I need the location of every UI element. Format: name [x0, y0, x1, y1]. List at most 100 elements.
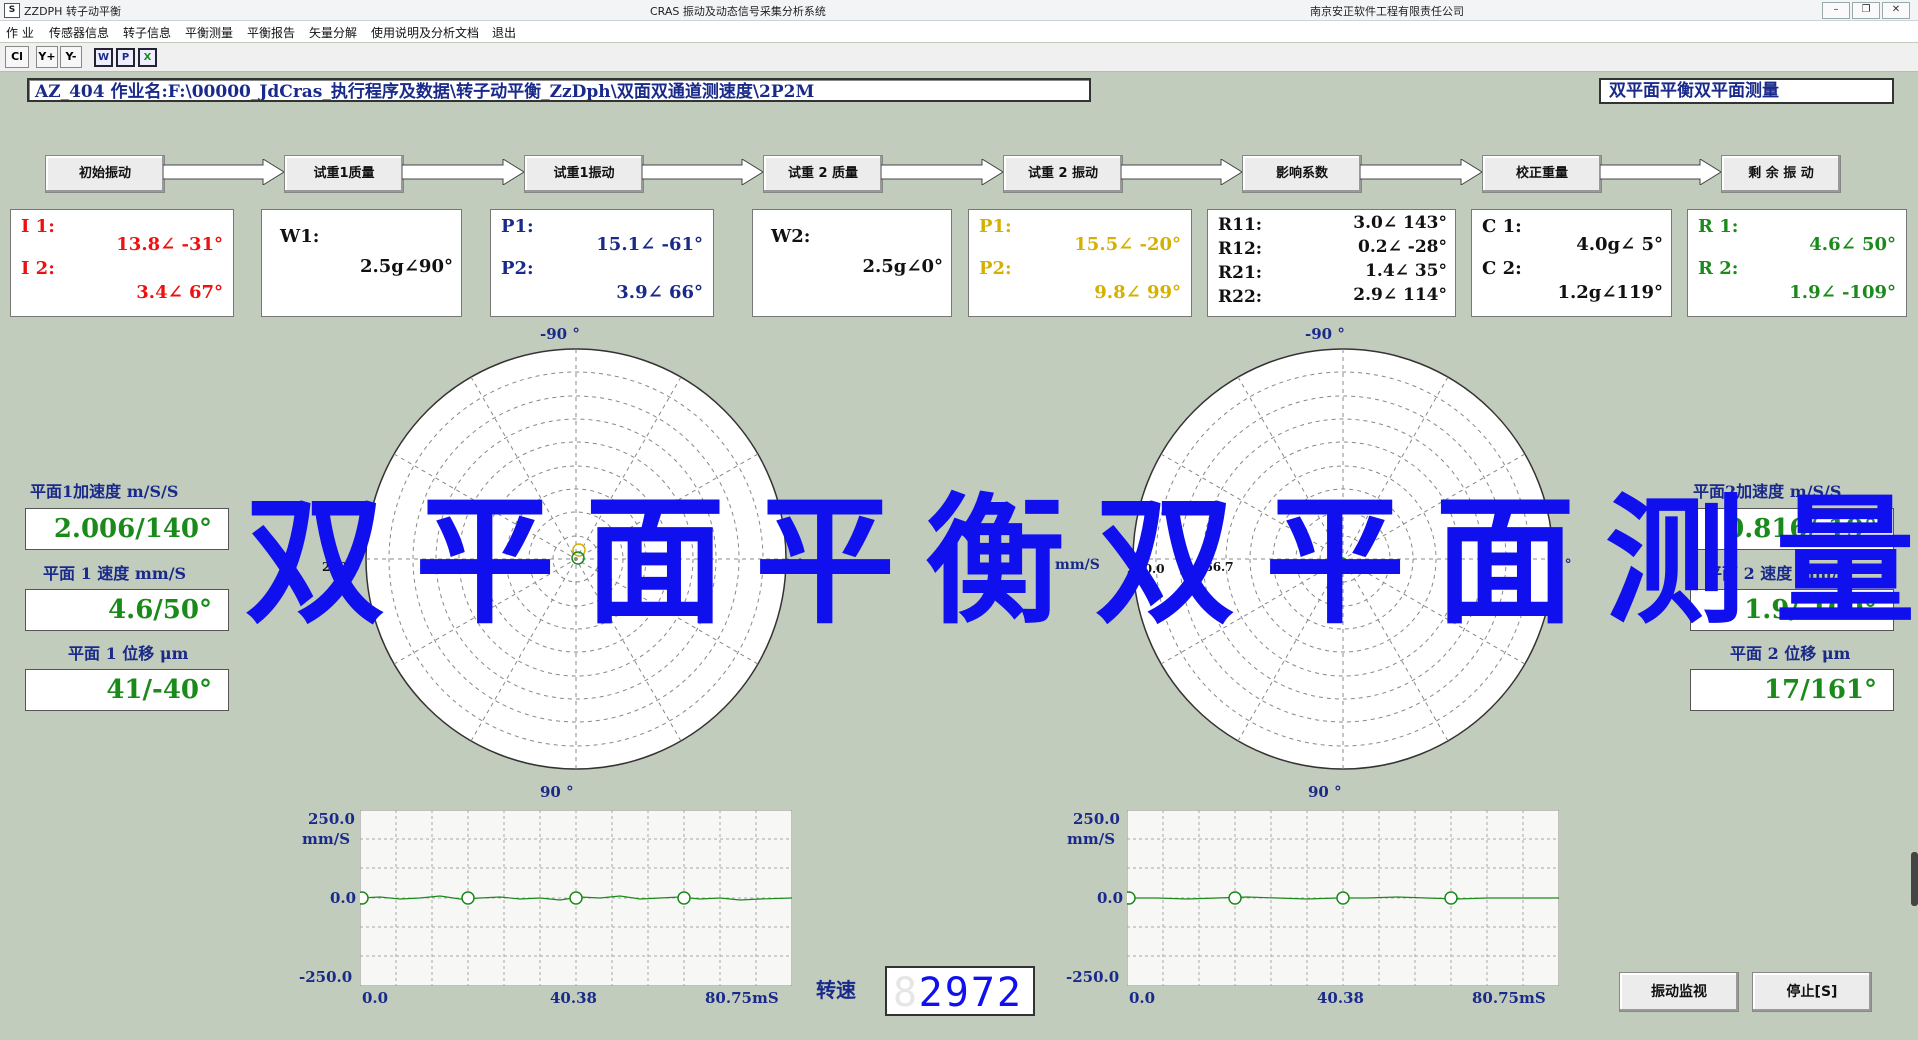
- wave1-x-tick: 80.75mS: [705, 989, 779, 1007]
- card-label: R12:: [1218, 239, 1263, 259]
- polar1-top-label: -90 °: [540, 325, 580, 343]
- polar2-bottom-label: 90 °: [1308, 783, 1342, 801]
- step-residual-vibration[interactable]: 剩 余 振 动: [1721, 155, 1841, 193]
- print-icon[interactable]: P: [116, 48, 135, 67]
- wave1-y-min: -250.0: [299, 968, 353, 986]
- wave1-y-unit: mm/S: [302, 830, 351, 848]
- menu-job[interactable]: 作 业: [6, 24, 34, 41]
- speed-label: 转速: [816, 978, 856, 1002]
- plane1-disp-title: 平面 1 位移 μm: [68, 644, 189, 663]
- plane1-vel-title: 平面 1 速度 mm/S: [43, 564, 187, 583]
- plane2-disp-value: 17/161°: [1690, 669, 1894, 711]
- card-value: 1.4∠ 35°: [1365, 261, 1447, 281]
- card-label: P2:: [501, 258, 534, 279]
- card-label: C 2:: [1482, 258, 1522, 279]
- mode-label: 双平面平衡双平面测量: [1599, 78, 1894, 104]
- card-value: 3.4∠ 67°: [136, 282, 223, 303]
- card-label: W2:: [771, 226, 811, 247]
- step-correction-weight[interactable]: 校正重量: [1482, 155, 1602, 193]
- wave2-y-unit: mm/S: [1067, 830, 1116, 848]
- menu-sensor-info[interactable]: 传感器信息: [49, 24, 109, 41]
- waveform-marker: [677, 891, 691, 905]
- title-bar: S ZZDPH 转子动平衡 CRAS 振动及动态信号采集分析系统 南京安正软件工…: [0, 0, 1918, 21]
- clear-button[interactable]: Cl: [5, 46, 29, 68]
- trial2-mass-card: W2: 2.5g∠0°: [752, 209, 952, 317]
- menu-exit[interactable]: 退出: [492, 24, 516, 41]
- menu-balance-measure[interactable]: 平衡测量: [185, 24, 233, 41]
- system-title: CRAS 振动及动态信号采集分析系统: [650, 5, 826, 18]
- step-initial-vibration[interactable]: 初始振动: [45, 155, 165, 193]
- flow-arrow-icon: [1121, 159, 1242, 185]
- polar1-bottom-label: 90 °: [540, 783, 574, 801]
- y-zoom-in-button[interactable]: Y+: [36, 46, 58, 68]
- card-value: 3.9∠ 66°: [616, 282, 703, 303]
- card-label: W1:: [280, 226, 320, 247]
- initial-vibration-card: I 1: 13.8∠ -31° I 2: 3.4∠ 67°: [10, 209, 234, 317]
- wave2-x-tick: 80.75mS: [1472, 989, 1546, 1007]
- menu-rotor-info[interactable]: 转子信息: [123, 24, 171, 41]
- waveform-marker: [1336, 891, 1350, 905]
- minimize-icon[interactable]: –: [1822, 2, 1850, 19]
- stop-button[interactable]: 停止[S]: [1752, 972, 1872, 1012]
- polar2-top-label: -90 °: [1305, 325, 1345, 343]
- wave2-y-max: 250.0: [1073, 810, 1120, 828]
- wave1-x-tick: 0.0: [362, 989, 389, 1007]
- plane1-disp-value: 41/-40°: [25, 669, 229, 711]
- toolbar: Cl Y+ Y- W P X: [0, 43, 1918, 72]
- waveform-plane1: [360, 810, 792, 986]
- wave1-x-tick: 40.38: [550, 989, 597, 1007]
- card-label: I 2:: [21, 258, 55, 279]
- vibration-monitor-button[interactable]: 振动监视: [1619, 972, 1739, 1012]
- card-value: 2.5g∠90°: [359, 256, 453, 277]
- scrollbar-thumb[interactable]: [1911, 852, 1918, 906]
- step-influence-coefficient[interactable]: 影响系数: [1242, 155, 1362, 193]
- flow-arrow-icon: [642, 159, 763, 185]
- correction-weight-card: C 1: 4.0g∠ 5° C 2: 1.2g∠119°: [1471, 209, 1672, 317]
- card-label: R 1:: [1698, 216, 1739, 237]
- flow-arrow-icon: [163, 159, 284, 185]
- menu-vector-decompose[interactable]: 矢量分解: [309, 24, 357, 41]
- card-label: P2:: [979, 258, 1012, 279]
- wave2-x-tick: 40.38: [1317, 989, 1364, 1007]
- card-label: P1:: [501, 216, 534, 237]
- waveform-marker: [461, 891, 475, 905]
- trial1-vibration-card: P1: 15.1∠ -61° P2: 3.9∠ 66°: [490, 209, 714, 317]
- word-icon[interactable]: W: [94, 48, 113, 67]
- card-value: 1.9∠ -109°: [1789, 282, 1896, 303]
- card-value: 15.1∠ -61°: [596, 234, 703, 255]
- card-label: I 1:: [21, 216, 55, 237]
- close-icon[interactable]: ✕: [1882, 2, 1910, 19]
- card-label: R 2:: [1698, 258, 1739, 279]
- restore-icon[interactable]: ❐: [1852, 2, 1880, 19]
- menu-docs[interactable]: 使用说明及分析文档: [371, 24, 479, 41]
- card-value: 9.8∠ 99°: [1094, 282, 1181, 303]
- card-value: 2.9∠ 114°: [1353, 285, 1447, 305]
- card-label: C 1:: [1482, 216, 1522, 237]
- wave1-y-max: 250.0: [308, 810, 355, 828]
- speed-ghost-digit: 8: [893, 970, 918, 1016]
- card-value: 0.2∠ -28°: [1358, 237, 1447, 257]
- wave2-y-zero: 0.0: [1097, 889, 1124, 907]
- waveform-marker: [569, 891, 583, 905]
- waveform-marker: [1127, 891, 1136, 905]
- card-label: R22:: [1218, 287, 1263, 307]
- flow-arrow-icon: [1600, 159, 1721, 185]
- waveform-marker: [360, 891, 369, 905]
- card-value: 13.8∠ -31°: [116, 234, 223, 255]
- trial1-mass-card: W1: 2.5g∠90°: [261, 209, 462, 317]
- influence-coefficient-card: R11: 3.0∠ 143° R12: 0.2∠ -28° R21: 1.4∠ …: [1207, 209, 1456, 317]
- y-zoom-out-button[interactable]: Y-: [60, 46, 82, 68]
- step-trial1-vibration[interactable]: 试重1振动: [524, 155, 644, 193]
- app-icon: S: [4, 3, 20, 18]
- card-label: R21:: [1218, 263, 1263, 283]
- card-value: 3.0∠ 143°: [1353, 213, 1447, 233]
- step-trial1-mass[interactable]: 试重1质量: [284, 155, 404, 193]
- wave2-x-tick: 0.0: [1129, 989, 1156, 1007]
- step-trial2-vibration[interactable]: 试重 2 振动: [1003, 155, 1123, 193]
- menu-balance-report[interactable]: 平衡报告: [247, 24, 295, 41]
- excel-icon[interactable]: X: [138, 48, 157, 67]
- step-trial2-mass[interactable]: 试重 2 质量: [763, 155, 883, 193]
- card-value: 2.5g∠0°: [862, 256, 943, 277]
- menu-bar: 作 业 传感器信息 转子信息 平衡测量 平衡报告 矢量分解 使用说明及分析文档 …: [0, 21, 1918, 42]
- card-value: 15.5∠ -20°: [1074, 234, 1181, 255]
